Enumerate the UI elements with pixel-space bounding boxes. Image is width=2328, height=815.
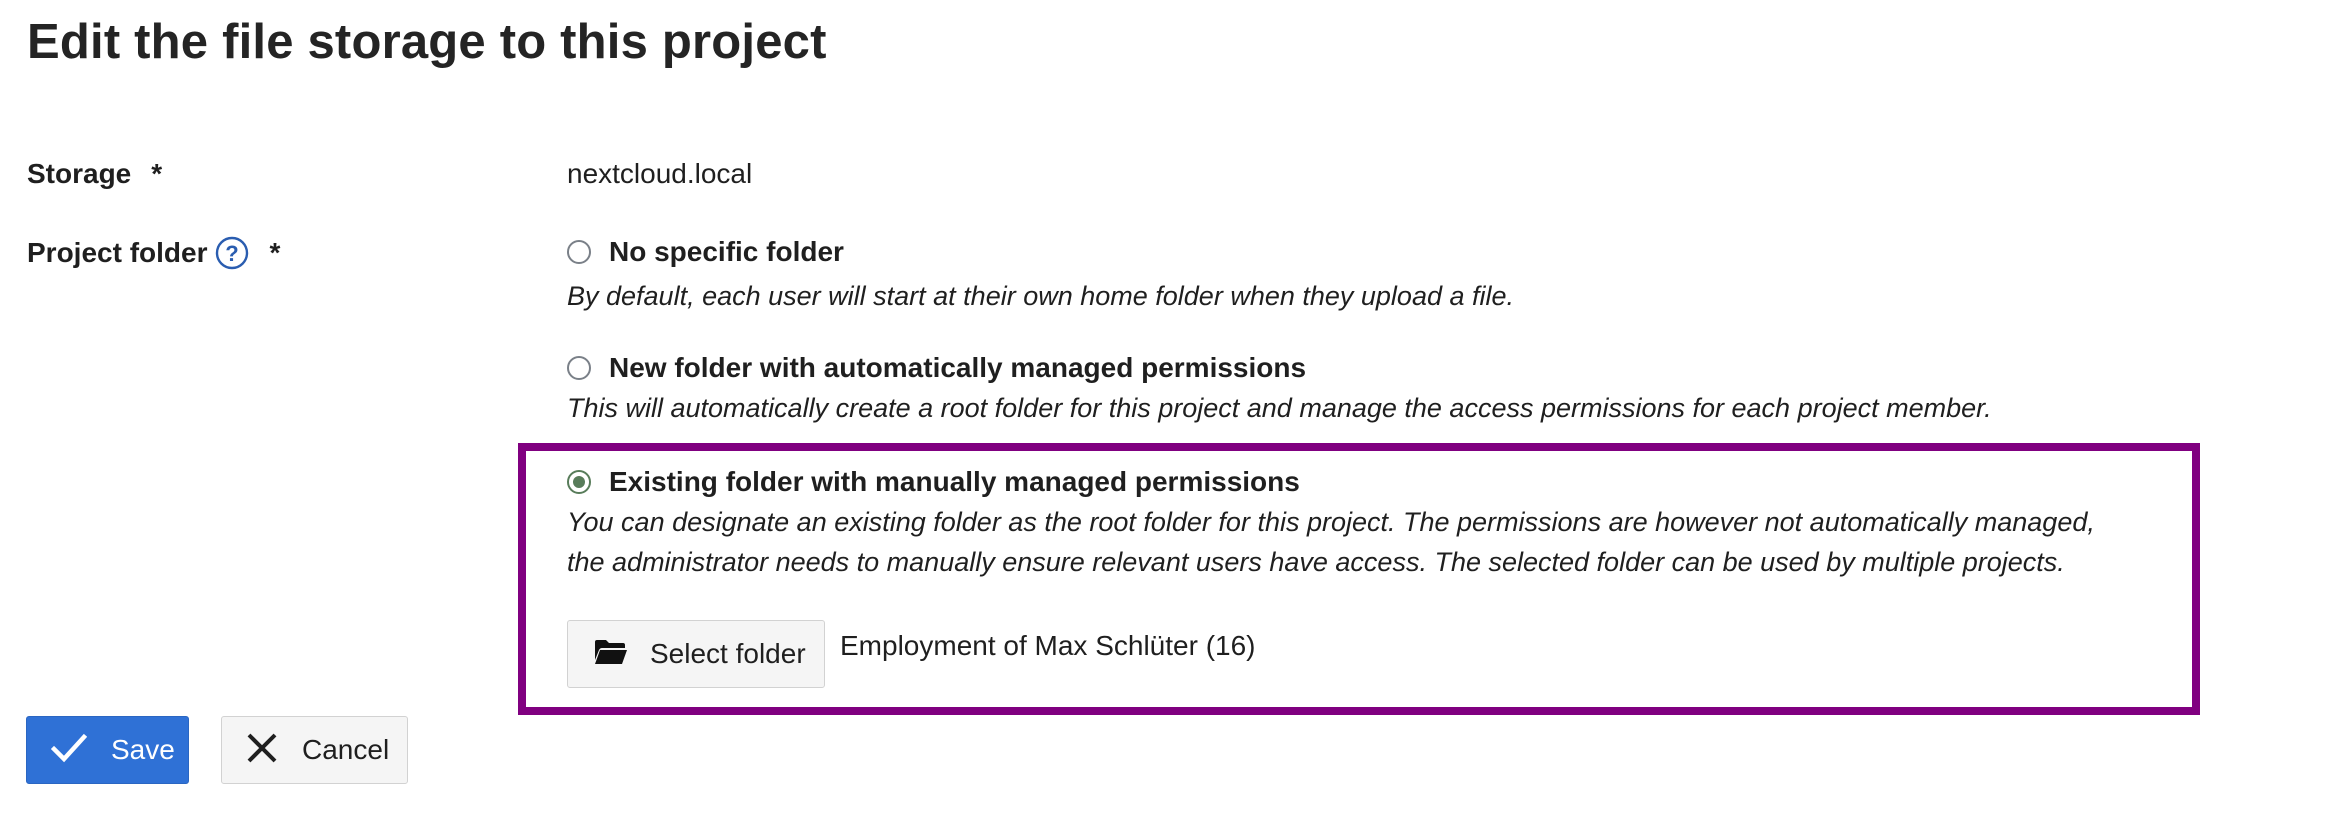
- project-folder-label: Project folder ? *: [27, 236, 280, 270]
- option-no-specific-folder: No specific folder By default, each user…: [567, 236, 1514, 316]
- required-marker: *: [151, 158, 163, 189]
- option-new-folder-row[interactable]: New folder with automatically managed pe…: [567, 352, 1992, 384]
- select-folder-button[interactable]: Select folder: [567, 620, 825, 688]
- checkmark-icon: [50, 733, 88, 768]
- option-new-folder: New folder with automatically managed pe…: [567, 352, 1992, 428]
- save-label: Save: [111, 734, 175, 765]
- required-marker: *: [269, 237, 281, 268]
- option-existing-folder: Existing folder with manually managed pe…: [567, 466, 2095, 582]
- option-existing-folder-label[interactable]: Existing folder with manually managed pe…: [609, 466, 1300, 498]
- radio-new-folder[interactable]: [567, 356, 591, 380]
- option-existing-folder-description-line2: the administrator needs to manually ensu…: [567, 547, 2065, 577]
- question-circle-icon[interactable]: ?: [215, 236, 249, 270]
- svg-text:?: ?: [226, 241, 239, 266]
- option-no-specific-folder-description: By default, each user will start at thei…: [567, 281, 1515, 311]
- radio-no-specific-folder[interactable]: [567, 240, 591, 264]
- select-folder-label: Select folder: [650, 638, 806, 669]
- cancel-button[interactable]: Cancel: [221, 716, 408, 784]
- save-button[interactable]: Save: [26, 716, 189, 784]
- selected-folder-name: Employment of Max Schlüter (16): [840, 630, 1256, 661]
- storage-label: Storage *: [27, 158, 162, 190]
- option-existing-folder-row[interactable]: Existing folder with manually managed pe…: [567, 466, 2095, 498]
- storage-label-text: Storage: [27, 158, 132, 189]
- project-folder-label-text: Project folder: [27, 237, 208, 268]
- option-existing-folder-description-line1: You can designate an existing folder as …: [567, 507, 2095, 537]
- radio-existing-folder[interactable]: [567, 470, 591, 494]
- option-existing-folder-description: You can designate an existing folder as …: [567, 502, 2095, 582]
- option-new-folder-description: This will automatically create a root fo…: [567, 393, 1992, 423]
- close-icon: [246, 732, 278, 769]
- option-new-folder-label[interactable]: New folder with automatically managed pe…: [609, 352, 1306, 384]
- option-no-specific-folder-row[interactable]: No specific folder: [567, 236, 1514, 268]
- option-no-specific-folder-label[interactable]: No specific folder: [609, 236, 844, 268]
- storage-value: nextcloud.local: [567, 158, 753, 189]
- page-title: Edit the file storage to this project: [27, 15, 827, 69]
- folder-open-icon: [594, 638, 628, 671]
- cancel-label: Cancel: [302, 734, 390, 765]
